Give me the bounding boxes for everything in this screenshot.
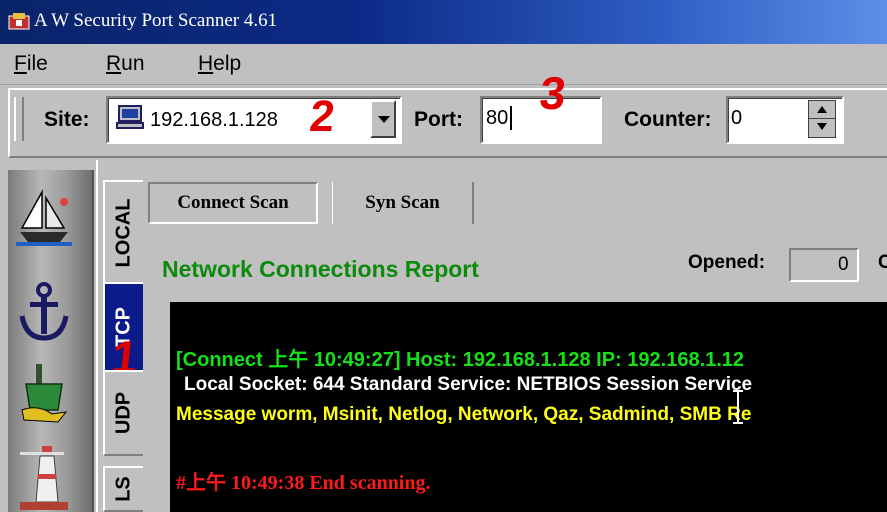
tab-ls-label: LS [112,476,135,502]
site-label: Site: [44,108,90,131]
menu-help[interactable]: Help [198,52,241,76]
menu-file-accel: F [14,52,27,75]
spin-up-icon[interactable] [817,106,827,114]
tab-ls[interactable]: LS [103,466,143,512]
sailboat-icon[interactable] [16,188,72,248]
opened-trail-text: C [878,252,887,273]
lighthouse-icon[interactable] [16,446,72,512]
tab-udp-label: UDP [112,391,135,435]
computer-icon [116,105,144,129]
anchor-icon[interactable] [18,282,70,342]
window-title: A W Security Port Scanner 4.61 [34,10,278,31]
menu-run-label: un [121,52,145,75]
connect-scan-tab[interactable]: Connect Scan [148,182,318,224]
console-line: [Connect 上午 10:49:27] Host: 192.168.1.12… [176,349,745,371]
counter-value: 0 [731,107,743,129]
port-label: Port: [414,108,463,131]
menu-help-label: elp [213,52,242,75]
bucket-icon[interactable] [18,362,70,424]
site-dropdown-button[interactable] [370,100,396,138]
tab-udp[interactable]: UDP [103,370,143,456]
syn-scan-tab[interactable]: Syn Scan [332,182,474,224]
opened-label: Opened: [688,252,766,273]
opened-count: 0 [838,254,849,275]
site-value: 192.168.1.128 [150,109,278,131]
menu-help-accel: H [198,52,214,75]
counter-label: Counter: [624,108,712,131]
tab-local-label: LOCAL [112,198,135,268]
tab-local[interactable]: LOCAL [103,180,143,286]
chevron-down-icon [378,116,390,123]
port-value: 80 [486,107,509,129]
menu-file[interactable]: File [14,52,48,76]
menu-run[interactable]: Run [106,52,145,76]
console-line: #上午 10:49:38 End scanning. [176,472,431,494]
console-line: Message worm, Msinit, Netlog, Network, Q… [176,404,752,425]
annotation-2: 2 [307,92,338,141]
menu-run-accel: R [106,52,122,75]
counter-spinner[interactable] [808,100,836,138]
report-title: Network Connections Report [162,256,479,282]
spin-down-icon[interactable] [817,123,827,131]
ibeam-cursor-icon [733,390,743,424]
toolbar-grip[interactable] [14,97,24,141]
menu-file-label: ile [26,52,48,75]
console-line: Local Socket: 644 Standard Service: NETB… [184,374,753,395]
app-icon [8,13,30,30]
text-cursor [510,106,512,130]
